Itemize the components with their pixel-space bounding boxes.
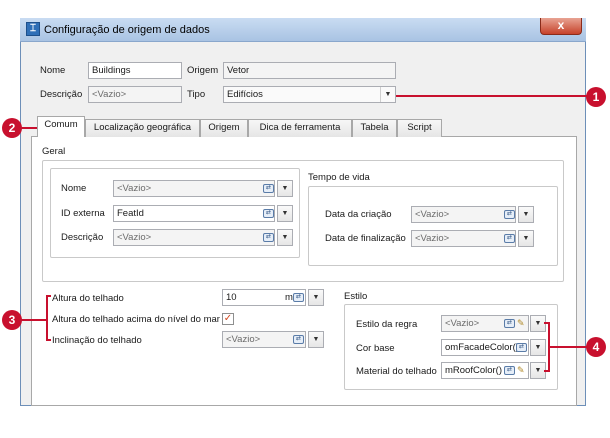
criacao-dropdown[interactable]: ▼ [518, 206, 534, 223]
geral-nome-input[interactable]: <Vazio> ⇄ [113, 180, 275, 197]
pencil-icon[interactable]: ✎ [517, 365, 527, 375]
link-binding-icon[interactable]: ⇄ [504, 210, 515, 219]
geral-desc-input[interactable]: <Vazio> ⇄ [113, 229, 275, 246]
name-label: Nome [40, 65, 66, 76]
callout-3-tick-bottom [46, 339, 51, 341]
finalizacao-dropdown[interactable]: ▼ [518, 230, 534, 247]
link-binding-icon[interactable]: ⇄ [504, 234, 515, 243]
tab-localizacao[interactable]: Localização geográfica [85, 119, 200, 137]
material-input[interactable]: mRoofColor() ⇄ ✎ [441, 362, 529, 379]
geral-nome-label: Nome [61, 183, 87, 194]
app-icon: ⌶ [26, 22, 40, 36]
type-label: Tipo [187, 89, 206, 100]
inclinacao-value: <Vazio> [226, 334, 261, 345]
criacao-value: <Vazio> [415, 209, 450, 220]
callout-4-line [548, 346, 588, 348]
criacao-input[interactable]: <Vazio> ⇄ [411, 206, 516, 223]
acima-checkbox[interactable]: ✓ [222, 313, 234, 325]
tab-dica[interactable]: Dica de ferramenta [248, 119, 352, 137]
callout-4-tick-top [544, 322, 550, 324]
inclinacao-input[interactable]: <Vazio> ⇄ [222, 331, 306, 348]
geral-nome-value: <Vazio> [117, 183, 152, 194]
chevron-down-icon[interactable]: ▼ [380, 87, 395, 102]
callout-4-tick-bottom [544, 370, 550, 372]
link-binding-icon[interactable]: ⇄ [293, 293, 304, 302]
geral-nome-dropdown[interactable]: ▼ [277, 180, 293, 197]
name-input[interactable]: Buildings [88, 62, 182, 79]
geral-desc-label: Descrição [61, 232, 104, 243]
regra-label: Estilo da regra [356, 319, 418, 330]
tab-tabela[interactable]: Tabela [352, 119, 397, 137]
callout-3-line [20, 319, 47, 321]
geral-id-label: ID externa [61, 208, 105, 219]
pencil-icon[interactable]: ✎ [517, 318, 527, 328]
description-input[interactable]: <Vazio> [88, 86, 182, 103]
cor-dropdown[interactable]: ▼ [530, 339, 546, 356]
criacao-label: Data da criação [325, 209, 392, 220]
geral-desc-value: <Vazio> [117, 232, 152, 243]
geral-title: Geral [42, 146, 66, 157]
estilo-title: Estilo [344, 291, 368, 302]
finalizacao-label: Data de finalização [325, 233, 406, 244]
close-button[interactable]: x [540, 18, 582, 35]
callout-2-line [20, 127, 38, 129]
link-binding-icon[interactable]: ⇄ [504, 366, 515, 375]
checkmark-icon: ✓ [223, 313, 233, 324]
finalizacao-input[interactable]: <Vazio> ⇄ [411, 230, 516, 247]
altura-label: Altura do telhado [52, 293, 124, 304]
regra-input[interactable]: <Vazio> ⇄ ✎ [441, 315, 529, 332]
link-binding-icon[interactable]: ⇄ [263, 209, 274, 218]
acima-label: Altura do telhado acima do nível do mar [52, 314, 220, 325]
tab-comum[interactable]: Comum [37, 116, 85, 137]
regra-value: <Vazio> [445, 318, 480, 329]
geral-id-input[interactable]: FeatId ⇄ [113, 205, 275, 222]
callout-3-tick-top [46, 295, 51, 297]
callout-4-badge: 4 [586, 337, 606, 357]
callout-2-badge: 2 [2, 118, 22, 138]
finalizacao-value: <Vazio> [415, 233, 450, 244]
altura-dropdown[interactable]: ▼ [308, 289, 324, 306]
tempo-title: Tempo de vida [308, 172, 370, 183]
type-select-value: Edifícios [227, 89, 263, 100]
callout-3-badge: 3 [2, 310, 22, 330]
cor-label: Cor base [356, 343, 395, 354]
tab-origem[interactable]: Origem [200, 119, 248, 137]
inclinacao-label: Inclinação do telhado [52, 335, 142, 346]
geral-desc-dropdown[interactable]: ▼ [277, 229, 293, 246]
callout-1-line [396, 95, 588, 97]
tab-script[interactable]: Script [397, 119, 442, 137]
cor-value: omFacadeColor() [445, 342, 519, 353]
material-value: mRoofColor() [445, 365, 503, 376]
inclinacao-dropdown[interactable]: ▼ [308, 331, 324, 348]
type-select[interactable]: Edifícios ▼ [223, 86, 396, 103]
link-binding-icon[interactable]: ⇄ [504, 319, 515, 328]
altura-unit: m [285, 292, 293, 303]
window-title: Configuração de origem de dados [44, 24, 210, 36]
geral-id-dropdown[interactable]: ▼ [277, 205, 293, 222]
link-binding-icon[interactable]: ⇄ [516, 343, 527, 352]
callout-1-badge: 1 [586, 87, 606, 107]
tempo-group [308, 186, 558, 266]
material-label: Material do telhado [356, 366, 437, 377]
geral-id-value: FeatId [117, 208, 144, 219]
altura-input[interactable]: 10 m ⇄ [222, 289, 306, 306]
description-label: Descrição [40, 89, 83, 100]
callout-3-bracket [46, 295, 48, 341]
link-binding-icon[interactable]: ⇄ [263, 184, 274, 193]
altura-value: 10 [226, 292, 237, 303]
link-binding-icon[interactable]: ⇄ [293, 335, 304, 344]
origin-field: Vetor [223, 62, 396, 79]
link-binding-icon[interactable]: ⇄ [263, 233, 274, 242]
origin-label: Origem [187, 65, 219, 76]
cor-input[interactable]: omFacadeColor() ⇄ [441, 339, 529, 356]
